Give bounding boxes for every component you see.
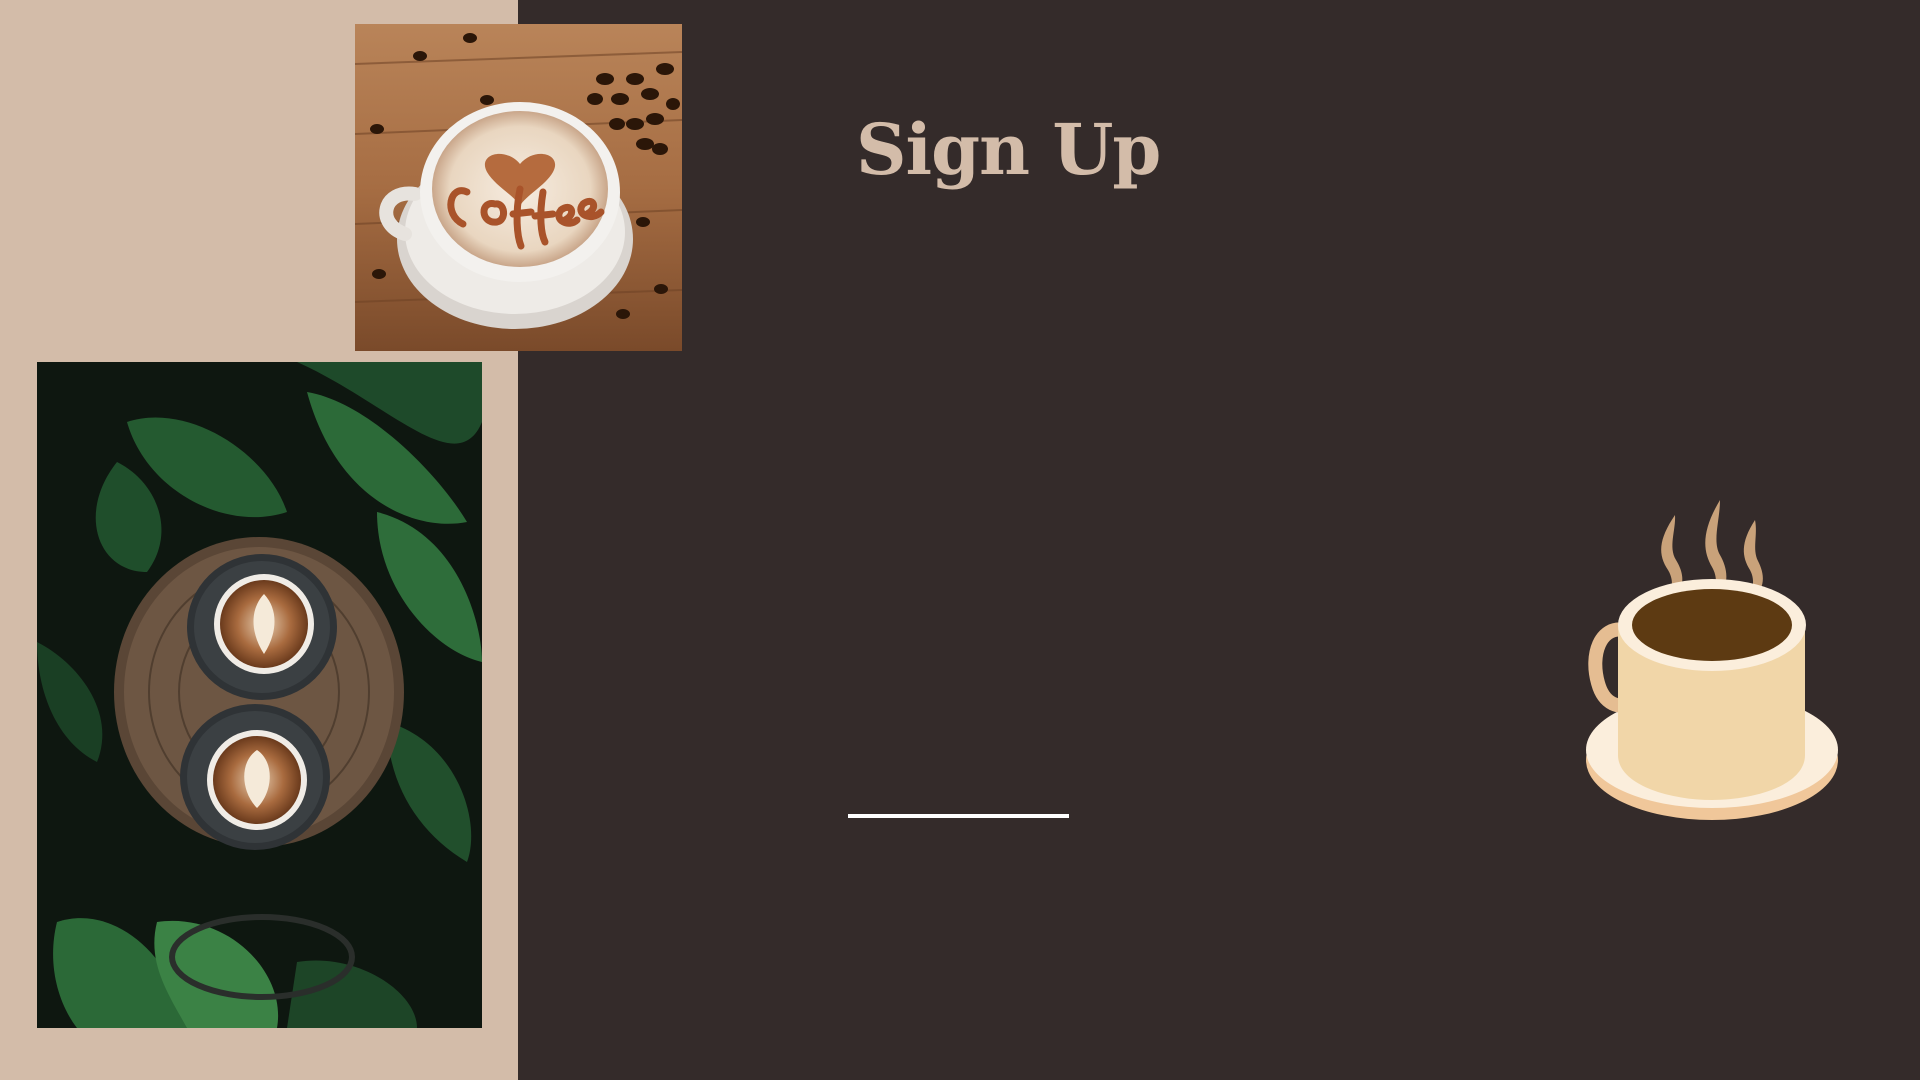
latte-cups-plants-photo-image (37, 362, 482, 1028)
coffee-heart-photo (355, 24, 682, 351)
coffee-heart-photo-image (355, 24, 682, 351)
signup-underline-field[interactable] (848, 814, 1069, 818)
steaming-cup-icon (1586, 500, 1838, 820)
page-title: Sign Up (856, 108, 1161, 191)
latte-cups-plants-photo (37, 362, 482, 1028)
coffee-cup-illustration (1580, 495, 1840, 850)
